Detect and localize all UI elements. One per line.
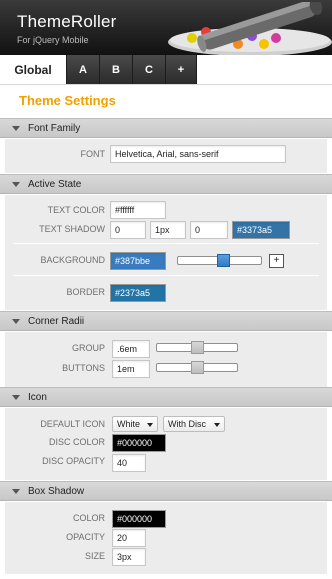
text-shadow-label: TEXT SHADOW bbox=[39, 224, 105, 234]
icon-disc-select[interactable]: With Disc bbox=[163, 416, 225, 432]
disc-color-input[interactable]: #000000 bbox=[112, 434, 166, 452]
dropdown-caret-icon bbox=[147, 423, 153, 427]
text-shadow-y-input[interactable]: 1px bbox=[150, 221, 186, 239]
text-shadow-blur-input[interactable]: 0 bbox=[190, 221, 228, 239]
collapse-arrow-icon bbox=[12, 488, 20, 494]
tab-divider bbox=[0, 84, 332, 85]
shadow-opacity-label: OPACITY bbox=[66, 532, 105, 542]
panel-active-state: TEXT COLOR #ffffff TEXT SHADOW 0 1px 0 #… bbox=[5, 195, 327, 310]
text-shadow-color-input[interactable]: #3373a5 bbox=[232, 221, 290, 239]
shadow-size-input[interactable]: 3px bbox=[112, 548, 146, 566]
app-subtitle: For jQuery Mobile bbox=[17, 35, 89, 45]
shadow-opacity-input[interactable]: 20 bbox=[112, 529, 146, 547]
panel-icon: DEFAULT ICON White With Disc DISC COLOR … bbox=[5, 408, 327, 480]
panel-header-font-family[interactable]: Font Family bbox=[0, 118, 332, 138]
slider-thumb[interactable] bbox=[217, 254, 230, 267]
collapse-arrow-icon bbox=[12, 394, 20, 400]
panel-title: Font Family bbox=[28, 122, 81, 134]
panel-header-corner-radii[interactable]: Corner Radii bbox=[0, 311, 332, 331]
panel-header-icon[interactable]: Icon bbox=[0, 387, 332, 407]
tab-global[interactable]: Global bbox=[0, 55, 66, 85]
background-label: BACKGROUND bbox=[40, 255, 105, 265]
app-title: ThemeRoller bbox=[17, 12, 117, 31]
panel-title: Box Shadow bbox=[28, 485, 85, 497]
border-label: BORDER bbox=[66, 287, 105, 297]
shadow-size-label: SIZE bbox=[84, 551, 105, 561]
icon-color-select[interactable]: White bbox=[112, 416, 158, 432]
tab-a[interactable]: A bbox=[66, 55, 99, 85]
divider bbox=[13, 243, 319, 244]
tab-c[interactable]: C bbox=[132, 55, 165, 85]
disc-opacity-label: DISC OPACITY bbox=[42, 456, 105, 466]
app-header: ThemeRoller For jQuery Mobile bbox=[0, 0, 332, 55]
collapse-arrow-icon bbox=[12, 181, 20, 187]
buttons-label: BUTTONS bbox=[62, 363, 105, 373]
text-color-input[interactable]: #ffffff bbox=[110, 201, 166, 219]
group-label: GROUP bbox=[71, 343, 105, 353]
shadow-color-input[interactable]: #000000 bbox=[112, 510, 166, 528]
section-title: Theme Settings bbox=[19, 93, 116, 108]
divider bbox=[13, 275, 319, 276]
border-color-input[interactable]: #2373a5 bbox=[110, 284, 166, 302]
group-radius-slider[interactable] bbox=[156, 341, 238, 354]
icon-disc-selected: With Disc bbox=[168, 419, 206, 429]
panel-title: Corner Radii bbox=[28, 315, 85, 327]
theme-tabs: Global A B C + bbox=[0, 55, 332, 85]
icon-color-selected: White bbox=[117, 419, 141, 429]
slider-thumb[interactable] bbox=[191, 361, 204, 374]
background-color-input[interactable]: #387bbe bbox=[110, 252, 166, 270]
paint-palette-logo-icon bbox=[168, 2, 332, 55]
slider-thumb[interactable] bbox=[191, 341, 204, 354]
text-color-label: TEXT COLOR bbox=[47, 205, 105, 215]
tab-b[interactable]: B bbox=[99, 55, 132, 85]
panel-header-active-state[interactable]: Active State bbox=[0, 174, 332, 194]
background-slider[interactable] bbox=[177, 254, 262, 267]
buttons-radius-input[interactable]: 1em bbox=[112, 360, 150, 378]
collapse-arrow-icon bbox=[12, 125, 20, 131]
font-family-input[interactable]: Helvetica, Arial, sans-serif bbox=[110, 145, 286, 163]
font-label: FONT bbox=[80, 149, 106, 159]
panel-corner-radii: GROUP .6em BUTTONS 1em bbox=[5, 332, 327, 387]
dropdown-caret-icon bbox=[214, 423, 220, 427]
default-icon-label: DEFAULT ICON bbox=[40, 419, 105, 429]
panel-font-family: FONT Helvetica, Arial, sans-serif bbox=[5, 139, 327, 173]
collapse-arrow-icon bbox=[12, 318, 20, 324]
panel-title: Icon bbox=[28, 391, 47, 403]
shadow-color-label: COLOR bbox=[72, 513, 105, 523]
tab-add[interactable]: + bbox=[165, 55, 197, 85]
buttons-radius-slider[interactable] bbox=[156, 361, 238, 374]
disc-opacity-input[interactable]: 40 bbox=[112, 454, 146, 472]
panel-header-box-shadow[interactable]: Box Shadow bbox=[0, 481, 332, 501]
panel-title: Active State bbox=[28, 178, 82, 190]
add-gradient-button[interactable]: + bbox=[269, 254, 284, 268]
disc-color-label: DISC COLOR bbox=[48, 437, 105, 447]
group-radius-input[interactable]: .6em bbox=[112, 340, 150, 358]
panel-box-shadow: COLOR #000000 OPACITY 20 SIZE 3px bbox=[5, 502, 327, 574]
text-shadow-x-input[interactable]: 0 bbox=[110, 221, 146, 239]
